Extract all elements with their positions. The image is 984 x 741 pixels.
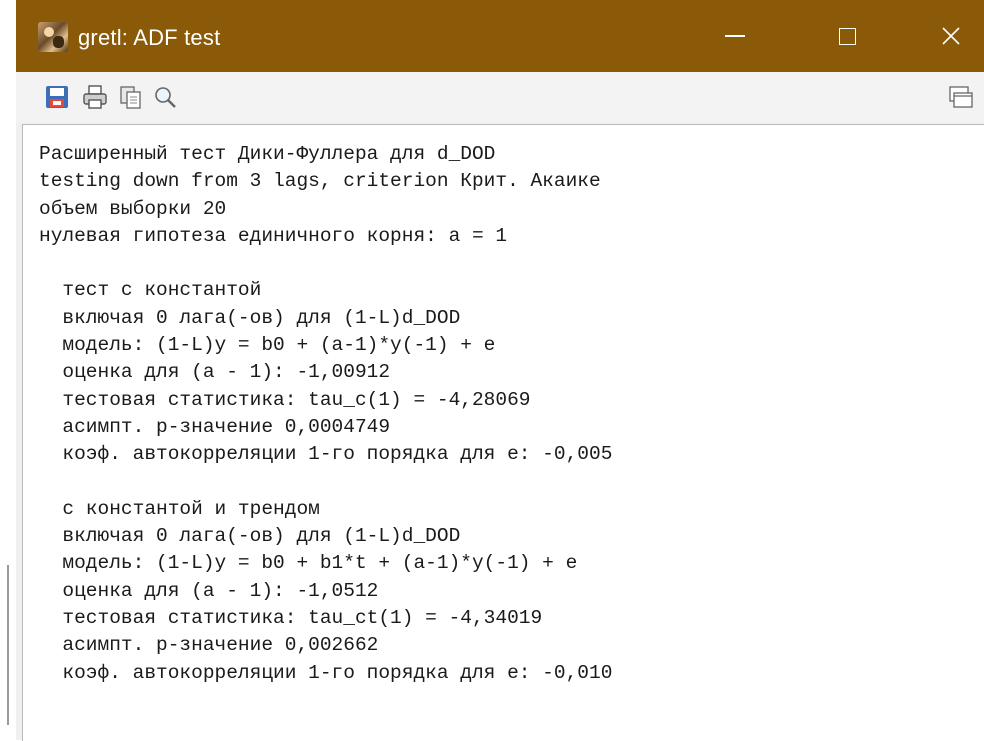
close-button[interactable] xyxy=(920,0,982,72)
output-line: нулевая гипотеза единичного корня: a = 1 xyxy=(39,224,508,247)
copy-button[interactable] xyxy=(116,82,146,112)
output-line: testing down from 3 lags, criterion Крит… xyxy=(39,170,601,193)
minimize-icon xyxy=(725,35,745,37)
output-line: включая 0 лага(-ов) для (1-L)d_DOD xyxy=(39,525,461,548)
output-line: Расширенный тест Дики-Фуллера для d_DOD xyxy=(39,143,496,165)
minimize-button[interactable] xyxy=(704,0,766,72)
title-bar[interactable]: gretl: ADF test xyxy=(16,0,984,72)
gretl-app-icon xyxy=(38,22,68,52)
find-button[interactable] xyxy=(150,82,180,112)
maximize-button[interactable] xyxy=(816,0,878,72)
print-icon xyxy=(83,85,107,109)
output-line: тестовая статистика: tau_ct(1) = -4,3401… xyxy=(39,607,543,630)
save-icon xyxy=(46,86,68,108)
output-line: асимпт. p-значение 0,0004749 xyxy=(39,415,391,438)
output-line: включая 0 лага(-ов) для (1-L)d_DOD xyxy=(39,306,461,329)
output-line: тестовая статистика: tau_c(1) = -4,28069 xyxy=(39,388,531,411)
background-window-divider xyxy=(7,565,9,725)
adf-test-window: gretl: ADF test Расширенный тест Дики-Фу… xyxy=(16,0,984,741)
output-line: с константой и трендом xyxy=(39,497,320,520)
copy-icon xyxy=(120,86,141,109)
output-line: асимпт. p-значение 0,002662 xyxy=(39,634,379,657)
close-icon xyxy=(942,27,960,45)
adf-test-output: Расширенный тест Дики-Фуллера для d_DODt… xyxy=(23,125,984,687)
save-as-button[interactable] xyxy=(42,82,72,112)
find-icon xyxy=(155,87,176,108)
maximize-icon xyxy=(838,27,856,45)
window-title: gretl: ADF test xyxy=(78,25,221,50)
main-window-button[interactable] xyxy=(946,82,976,112)
toolbar xyxy=(16,72,984,122)
output-line: объем выборки 20 xyxy=(39,197,227,220)
output-line: оценка для (a - 1): -1,00912 xyxy=(39,361,391,384)
output-line: коэф. автокорреляции 1-го порядка для e:… xyxy=(39,443,613,466)
output-line: коэф. автокорреляции 1-го порядка для e:… xyxy=(39,661,613,684)
output-line: тест с константой xyxy=(39,279,262,302)
print-button[interactable] xyxy=(80,82,110,112)
background-window-edge xyxy=(0,0,17,740)
window-icon xyxy=(949,86,973,108)
output-line: модель: (1-L)y = b0 + (a-1)*y(-1) + e xyxy=(39,334,496,357)
output-line: оценка для (a - 1): -1,0512 xyxy=(39,579,379,602)
output-line: модель: (1-L)y = b0 + b1*t + (a-1)*y(-1)… xyxy=(39,552,578,575)
output-text-area[interactable]: Расширенный тест Дики-Фуллера для d_DODt… xyxy=(22,124,984,741)
